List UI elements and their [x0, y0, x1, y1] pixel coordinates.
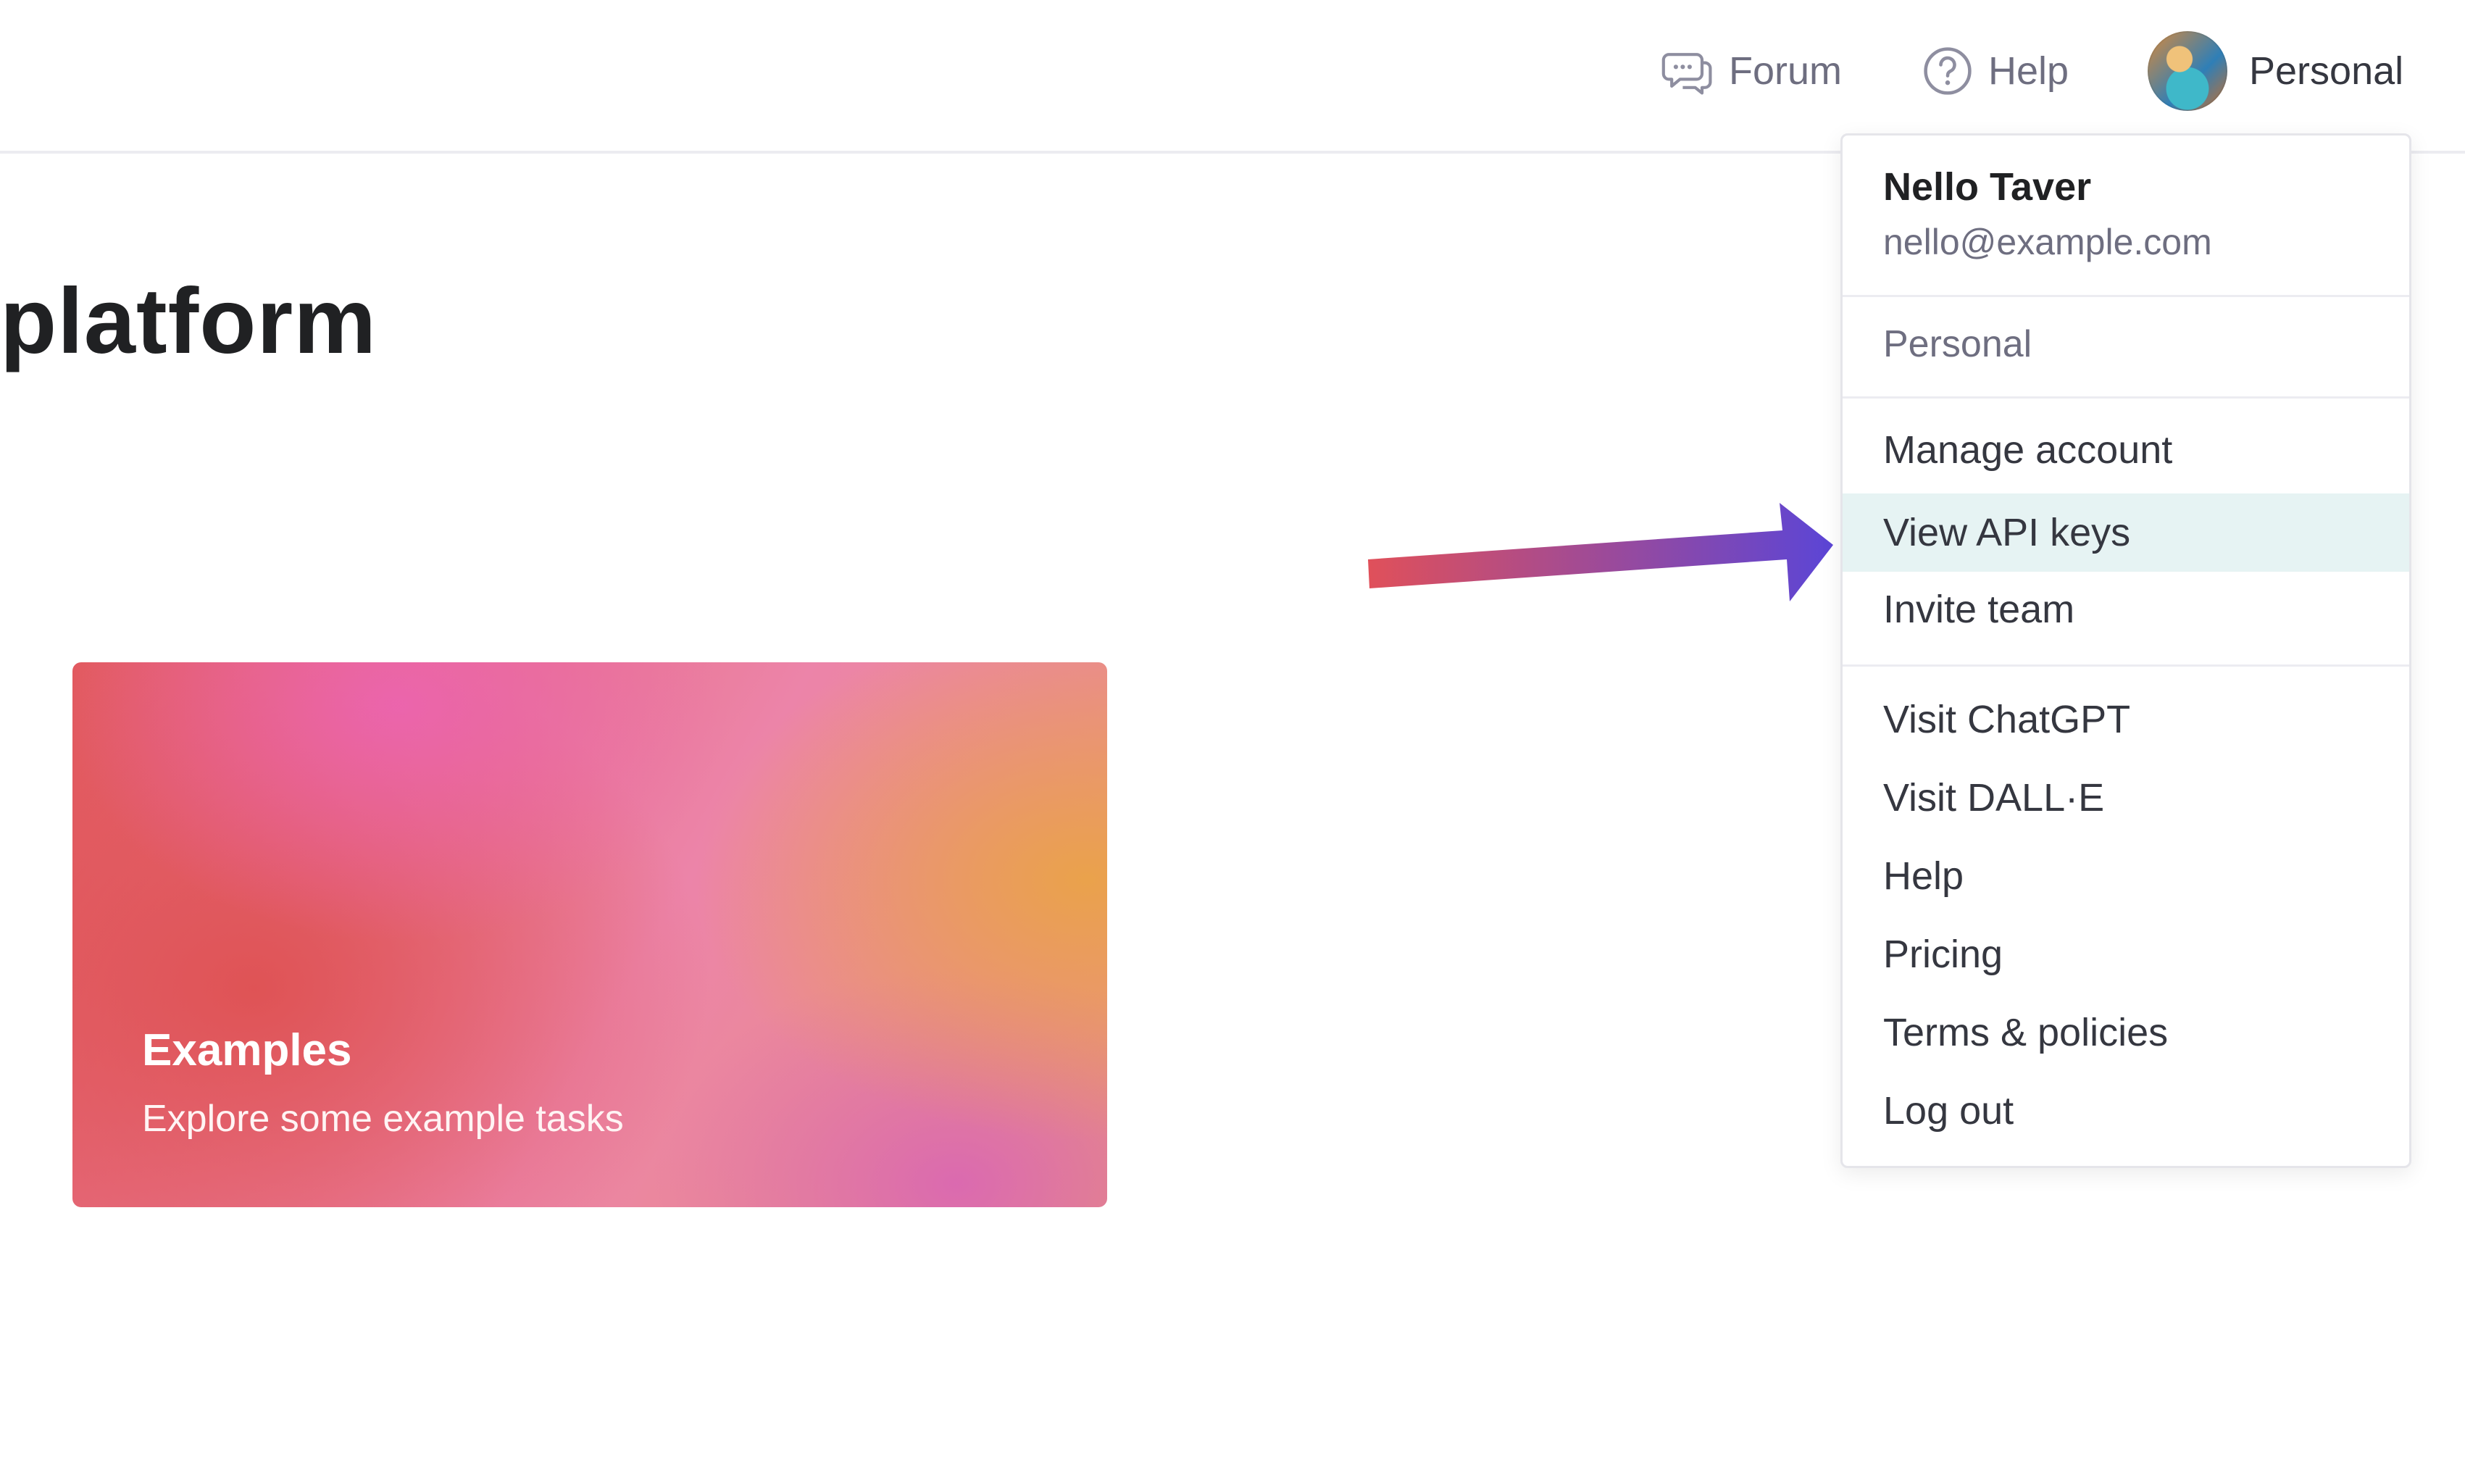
menu-item-help[interactable]: Help	[1843, 837, 2409, 915]
help-link[interactable]: Help	[1920, 28, 2069, 114]
help-label: Help	[1988, 49, 2069, 93]
menu-divider	[1843, 664, 2409, 667]
card-title: Examples	[142, 1025, 352, 1075]
page-title: platform	[0, 270, 377, 373]
menu-divider	[1843, 396, 2409, 399]
avatar	[2148, 31, 2227, 111]
forum-link[interactable]: Forum	[1661, 28, 1842, 114]
forum-label: Forum	[1729, 49, 1843, 93]
menu-item-visit-chatgpt[interactable]: Visit ChatGPT	[1843, 680, 2409, 759]
account-dropdown-menu: Nello Taver nello@example.com Personal M…	[1840, 133, 2411, 1168]
chat-bubbles-icon	[1661, 53, 1712, 95]
card-subtitle: Explore some example tasks	[142, 1098, 624, 1140]
pointer-arrow-icon	[1368, 503, 1833, 601]
menu-item-visit-dalle[interactable]: Visit DALL·E	[1843, 759, 2409, 837]
menu-item-view-api-keys[interactable]: View API keys	[1843, 493, 2409, 572]
question-circle-icon	[1924, 47, 1972, 95]
menu-item-manage-account[interactable]: Manage account	[1843, 411, 2409, 489]
menu-item-invite-team[interactable]: Invite team	[1843, 570, 2409, 649]
menu-item-pricing[interactable]: Pricing	[1843, 915, 2409, 993]
account-menu-button[interactable]: Personal	[2148, 28, 2403, 114]
examples-card[interactable]: Examples Explore some example tasks	[72, 662, 1107, 1207]
menu-divider	[1843, 295, 2409, 297]
account-label: Personal	[2249, 49, 2404, 93]
menu-item-log-out[interactable]: Log out	[1843, 1072, 2409, 1150]
menu-item-terms-policies[interactable]: Terms & policies	[1843, 993, 2409, 1072]
user-name: Nello Taver	[1883, 165, 2092, 209]
top-navigation-bar: Forum Help Personal	[0, 0, 2465, 154]
user-email: nello@example.com	[1883, 222, 2212, 262]
organization-label[interactable]: Personal	[1883, 322, 2032, 366]
